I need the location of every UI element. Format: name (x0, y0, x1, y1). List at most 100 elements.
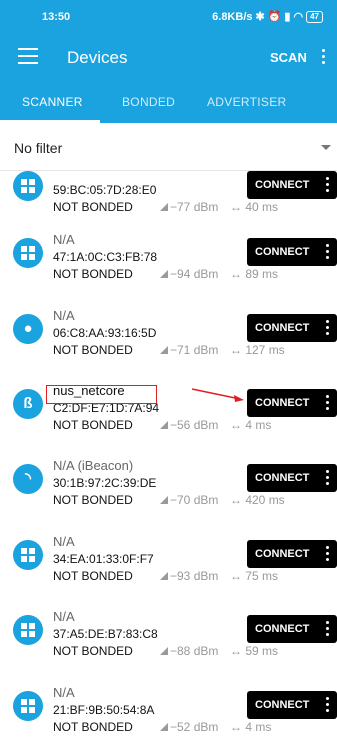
more-options-icon[interactable] (326, 546, 329, 564)
adv-interval: ↔ 40 ms (230, 200, 279, 214)
device-name: N/A (53, 534, 75, 549)
more-options-icon[interactable] (326, 470, 329, 488)
device-address: 47:1A:0C:C3:FB:78 (53, 250, 158, 264)
toolbar: Devices SCAN (0, 38, 337, 78)
list-item[interactable]: ß nus_netcore C2:DF:E7:1D:7A:94 NOT BONDED −… (0, 383, 337, 458)
beacon-icon: ◝ (13, 464, 43, 494)
status-bar: 13:50 6.8KB/s ✱ ⏰ ▮ ◠ 47 (0, 0, 337, 34)
alarm-icon: ⏰ (267, 11, 282, 23)
net-speed: 6.8KB/s (212, 10, 253, 23)
annotation-arrow-icon (191, 388, 244, 402)
rssi-value: −94 dBm (160, 267, 218, 281)
device-name: N/A (53, 609, 75, 624)
bond-state: NOT BONDED (53, 200, 133, 214)
adv-interval: ↔ 4 ms (230, 418, 272, 432)
signal-strength-icon (160, 496, 168, 504)
bond-state: NOT BONDED (53, 569, 133, 583)
filter-dropdown[interactable]: No filter (0, 123, 337, 171)
windows-icon (13, 691, 43, 721)
scan-button[interactable]: SCAN (270, 50, 307, 65)
connect-button[interactable]: CONNECT (247, 171, 337, 199)
connect-button[interactable]: CONNECT (247, 464, 337, 492)
list-item[interactable]: N/A 34:EA:01:33:0F:F7 NOT BONDED −93 dBm ↔ 7… (0, 534, 337, 609)
device-address: 34:EA:01:33:0F:F7 (53, 552, 154, 566)
signal-strength-icon (160, 723, 168, 731)
tab-advertiser[interactable]: ADVERTISER (207, 95, 286, 109)
more-options-icon[interactable] (326, 244, 329, 262)
device-list: 59:BC:05:7D:28:E0 NOT BONDED −77 dBm ↔ 40 m… (0, 171, 337, 753)
adv-interval: ↔ 4 ms (230, 720, 272, 734)
chevron-down-icon (321, 145, 331, 150)
rssi-value: −93 dBm (160, 569, 218, 583)
device-name: N/A (iBeacon) (53, 458, 134, 473)
device-address: 37:A5:DE:B7:83:C8 (53, 627, 158, 641)
windows-icon (13, 171, 43, 201)
windows-icon (13, 615, 43, 645)
connect-button[interactable]: CONNECT (247, 238, 337, 266)
signal-strength-icon (160, 270, 168, 278)
windows-icon (13, 238, 43, 268)
bond-state: NOT BONDED (53, 644, 133, 658)
apple-icon: ● (13, 314, 43, 344)
bluetooth-icon: ✱ (255, 11, 265, 23)
adv-interval: ↔ 89 ms (230, 267, 279, 281)
signal-strength-icon (160, 572, 168, 580)
more-options-icon[interactable] (326, 395, 329, 413)
battery-icon: 47 (306, 10, 323, 23)
list-item[interactable]: N/A 37:A5:DE:B7:83:C8 NOT BONDED −88 dBm ↔ 5… (0, 609, 337, 684)
connect-button[interactable]: CONNECT (247, 615, 337, 643)
tab-bonded[interactable]: BONDED (122, 95, 175, 109)
device-address: 21:BF:9B:50:54:8A (53, 703, 155, 717)
adv-interval: ↔ 75 ms (230, 569, 279, 583)
overflow-menu-icon[interactable] (322, 49, 326, 67)
tab-bar: SCANNER BONDED ADVERTISER (0, 86, 337, 123)
signal-strength-icon (160, 421, 168, 429)
rssi-value: −56 dBm (160, 418, 218, 432)
highlight-box (46, 385, 157, 404)
connect-button[interactable]: CONNECT (247, 389, 337, 417)
wifi-icon: ◠ (293, 11, 304, 23)
connect-button[interactable]: CONNECT (247, 540, 337, 568)
list-item[interactable]: N/A 21:BF:9B:50:54:8A NOT BONDED −52 dBm ↔ 4… (0, 685, 337, 753)
bond-state: NOT BONDED (53, 267, 133, 281)
rssi-value: −88 dBm (160, 644, 218, 658)
device-address: 06:C8:AA:93:16:5D (53, 326, 157, 340)
bond-state: NOT BONDED (53, 493, 133, 507)
signal-strength-icon (160, 346, 168, 354)
status-time: 13:50 (42, 11, 71, 23)
bond-state: NOT BONDED (53, 720, 133, 734)
more-options-icon[interactable] (326, 177, 329, 195)
device-name: N/A (53, 308, 75, 323)
list-item[interactable]: 59:BC:05:7D:28:E0 NOT BONDED −77 dBm ↔ 40 m… (0, 171, 337, 240)
more-options-icon[interactable] (326, 320, 329, 338)
device-address: 30:1B:97:2C:39:DE (53, 476, 157, 490)
tab-scanner[interactable]: SCANNER (22, 95, 83, 109)
signal-strength-icon (160, 647, 168, 655)
rssi-value: −52 dBm (160, 720, 218, 734)
windows-icon (13, 540, 43, 570)
device-name: N/A (53, 232, 75, 247)
connect-button[interactable]: CONNECT (247, 691, 337, 719)
adv-interval: ↔ 59 ms (230, 644, 279, 658)
filter-value: No filter (14, 140, 63, 156)
bond-state: NOT BONDED (53, 343, 133, 357)
bluetooth-icon: ß (13, 389, 43, 419)
adv-interval: ↔ 127 ms (230, 343, 285, 357)
bond-state: NOT BONDED (53, 418, 133, 432)
list-item[interactable]: ● N/A 06:C8:AA:93:16:5D NOT BONDED −71 dBm ↔ … (0, 308, 337, 383)
page-title: Devices (67, 48, 128, 67)
menu-icon[interactable] (18, 48, 38, 66)
rssi-value: −70 dBm (160, 493, 218, 507)
signal-strength-icon (160, 203, 168, 211)
app-bar: 13:50 6.8KB/s ✱ ⏰ ▮ ◠ 47 Devices SCAN SC… (0, 0, 337, 123)
connect-button[interactable]: CONNECT (247, 314, 337, 342)
signal-icon: ▮ (284, 11, 291, 23)
rssi-value: −71 dBm (160, 343, 218, 357)
rssi-value: −77 dBm (160, 200, 218, 214)
more-options-icon[interactable] (326, 621, 329, 639)
device-name: N/A (53, 685, 75, 700)
adv-interval: ↔ 420 ms (230, 493, 285, 507)
list-item[interactable]: ◝ N/A (iBeacon) 30:1B:97:2C:39:DE NOT BONDE… (0, 458, 337, 533)
list-item[interactable]: N/A 47:1A:0C:C3:FB:78 NOT BONDED −94 dBm ↔ 8… (0, 232, 337, 307)
more-options-icon[interactable] (326, 697, 329, 715)
